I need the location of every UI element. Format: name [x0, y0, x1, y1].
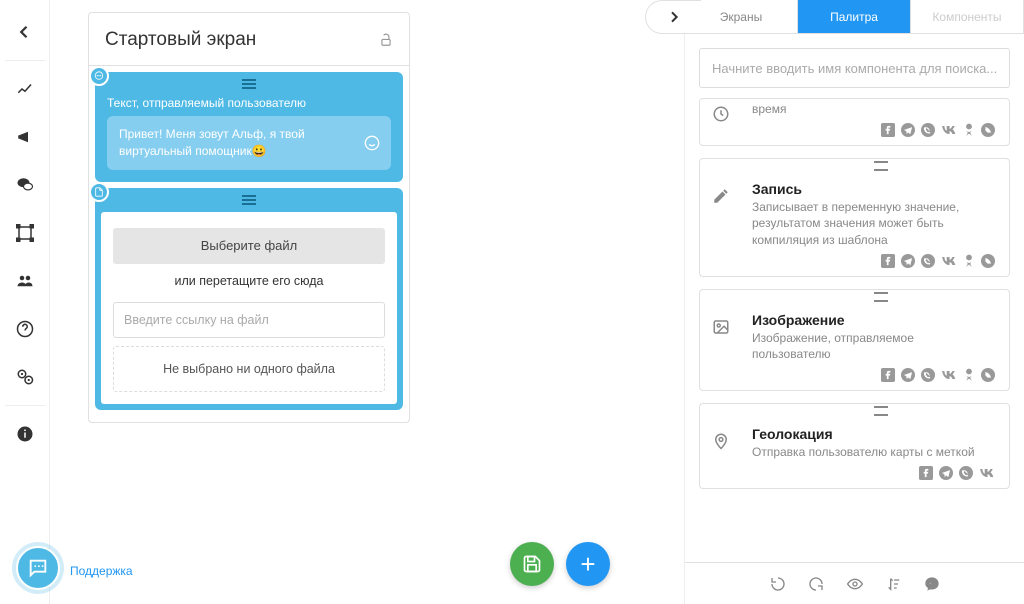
- chat-widget-button[interactable]: [16, 546, 60, 590]
- palette-item[interactable]: время: [699, 98, 1010, 146]
- drag-handle-icon[interactable]: [101, 188, 397, 212]
- search-input[interactable]: [699, 48, 1010, 88]
- add-button[interactable]: +: [566, 542, 610, 586]
- palette-item-title: Запись: [752, 181, 995, 197]
- redo-icon[interactable]: [808, 576, 824, 592]
- chat-icon: [89, 66, 109, 86]
- comments-icon[interactable]: [1, 161, 49, 209]
- text-message-input[interactable]: Привет! Меня зовут Альф, я твой виртуаль…: [107, 116, 391, 170]
- help-icon[interactable]: [1, 305, 49, 353]
- channel-icons: [752, 466, 995, 480]
- palette-item-title: Изображение: [752, 312, 995, 328]
- collapse-panel-button[interactable]: [645, 0, 701, 34]
- text-component-label: Текст, отправляемый пользователю: [107, 96, 391, 110]
- screen-title: Стартовый экран: [105, 29, 256, 51]
- drag-hint-text: или перетащите его сюда: [113, 274, 385, 288]
- drag-handle-icon[interactable]: [752, 410, 995, 424]
- messenger-icon[interactable]: [924, 576, 940, 592]
- pencil-icon: [712, 187, 730, 205]
- palette-item-desc: Отправка пользователю карты с меткой: [752, 444, 995, 460]
- tab-screens[interactable]: Экраны: [685, 0, 798, 33]
- save-button[interactable]: [510, 542, 554, 586]
- left-rail: [0, 0, 50, 604]
- palette-item-title: Геолокация: [752, 426, 995, 442]
- undo-icon[interactable]: [770, 576, 786, 592]
- drag-handle-icon[interactable]: [107, 72, 391, 96]
- users-icon[interactable]: [1, 257, 49, 305]
- drag-handle-icon[interactable]: [752, 296, 995, 310]
- palette-item-desc: Записывает в переменную значение, резуль…: [752, 199, 995, 248]
- info-icon[interactable]: [1, 410, 49, 458]
- palette-item-desc: время: [752, 101, 995, 117]
- tabs-row: Экраны Палитра Компоненты: [685, 0, 1024, 34]
- palette-item[interactable]: Геолокация Отправка пользователю карты с …: [699, 403, 1010, 489]
- megaphone-icon[interactable]: [1, 113, 49, 161]
- file-component[interactable]: Выберите файл или перетащите его сюда Не…: [95, 188, 403, 410]
- frame-icon[interactable]: [1, 209, 49, 257]
- channel-icons: [752, 254, 995, 268]
- channel-icons: [752, 368, 995, 382]
- chart-icon[interactable]: [1, 65, 49, 113]
- screen-card[interactable]: Стартовый экран Текст, отправляемый поль…: [88, 12, 410, 423]
- sort-icon[interactable]: [886, 576, 902, 592]
- unlock-icon[interactable]: [379, 32, 393, 48]
- drag-handle-icon[interactable]: [752, 165, 995, 179]
- emoji-picker-icon[interactable]: [361, 132, 383, 154]
- right-panel: Экраны Палитра Компоненты времяЗаписьЗап…: [684, 0, 1024, 604]
- no-files-text: Не выбрано ни одного файла: [113, 346, 385, 392]
- text-component[interactable]: Текст, отправляемый пользователю Привет!…: [95, 72, 403, 182]
- palette-item[interactable]: Изображение Изображение, отправляемое пол…: [699, 289, 1010, 391]
- tab-palette[interactable]: Палитра: [798, 0, 911, 33]
- screen-header: Стартовый экран: [89, 13, 409, 66]
- choose-file-button[interactable]: Выберите файл: [113, 228, 385, 264]
- preview-icon[interactable]: [846, 576, 864, 592]
- image-icon: [712, 318, 730, 336]
- back-icon[interactable]: [1, 8, 49, 56]
- clock-icon: [712, 105, 730, 123]
- palette-item[interactable]: Запись Записывает в переменную значение, …: [699, 158, 1010, 277]
- tab-components[interactable]: Компоненты: [911, 0, 1024, 33]
- pin-icon: [712, 432, 730, 450]
- gears-icon[interactable]: [1, 353, 49, 401]
- footer-toolbar: [685, 562, 1024, 604]
- channel-icons: [752, 123, 995, 137]
- support-link[interactable]: Поддержка: [70, 564, 133, 578]
- file-icon: [89, 182, 109, 202]
- palette-list: время Запись Записывает в переменную значе…: [685, 98, 1024, 562]
- file-url-input[interactable]: [113, 302, 385, 338]
- canvas-area: Стартовый экран Текст, отправляемый поль…: [50, 0, 620, 604]
- palette-item-desc: Изображение, отправляемое пользователю: [752, 330, 995, 362]
